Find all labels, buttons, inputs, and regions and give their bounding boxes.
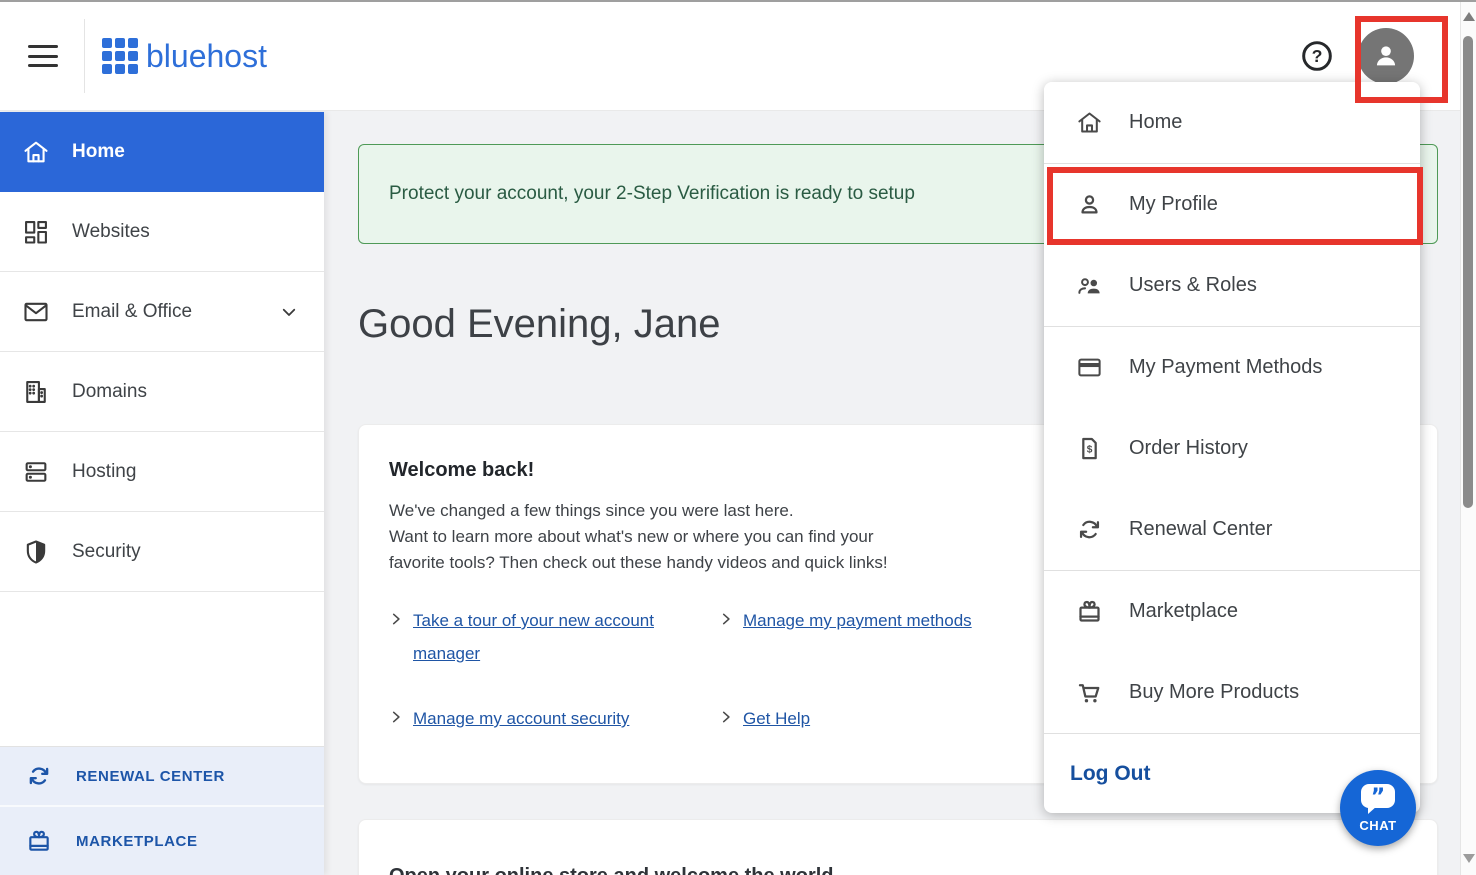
home-icon xyxy=(22,138,50,166)
link-take-a-tour[interactable]: Take a tour of your new account manager xyxy=(389,604,719,670)
menu-item-label: Order History xyxy=(1129,437,1248,460)
chevron-down-icon[interactable] xyxy=(280,303,298,321)
window-top-edge xyxy=(0,0,1476,2)
header-divider xyxy=(84,19,85,93)
online-store-card: Open your online store and welcome the w… xyxy=(358,819,1438,875)
menu-item-label: My Payment Methods xyxy=(1129,356,1322,379)
store-card-title: Open your online store and welcome the w… xyxy=(389,865,1407,875)
sidebar-item-security[interactable]: Security xyxy=(0,512,324,592)
scrollbar-thumb[interactable] xyxy=(1463,36,1473,508)
scrollbar-up-arrow-icon[interactable] xyxy=(1463,12,1475,21)
envelope-icon xyxy=(22,298,50,326)
chat-button[interactable]: ” CHAT xyxy=(1340,770,1416,846)
sidebar-item-label: Home xyxy=(72,141,125,163)
sidebar-footer: RENEWAL CENTER MARKETPLACE xyxy=(0,746,324,875)
help-icon[interactable]: ? xyxy=(1300,39,1334,73)
chevron-right-icon xyxy=(389,609,403,629)
sidebar-item-label: Domains xyxy=(72,381,147,403)
sidebar-item-home[interactable]: Home xyxy=(0,112,324,192)
menu-item-order-history[interactable]: $ Order History xyxy=(1044,408,1420,489)
bluehost-wordmark: bluehost xyxy=(146,38,267,75)
menu-item-users-roles[interactable]: Users & Roles xyxy=(1044,245,1420,326)
menu-item-my-profile[interactable]: My Profile xyxy=(1044,164,1420,245)
menu-item-buy-more-products[interactable]: Buy More Products xyxy=(1044,652,1420,733)
building-icon xyxy=(22,378,50,406)
menu-item-label: Buy More Products xyxy=(1129,681,1299,704)
sidebar-item-label: Websites xyxy=(72,221,150,243)
gift-basket-icon xyxy=(1076,598,1103,625)
menu-item-label: My Profile xyxy=(1129,193,1218,216)
scrollbar-down-arrow-icon[interactable] xyxy=(1463,854,1475,863)
home-icon xyxy=(1076,109,1103,136)
shield-icon xyxy=(22,538,50,566)
cart-icon xyxy=(1076,679,1103,706)
menu-item-renewal-center[interactable]: Renewal Center xyxy=(1044,489,1420,570)
link-label: Take a tour of your new account manager xyxy=(413,604,705,670)
account-avatar-icon[interactable] xyxy=(1358,28,1414,84)
bluehost-logo-mark-icon xyxy=(102,38,138,74)
server-icon xyxy=(22,458,50,486)
person-icon xyxy=(1076,191,1103,218)
menu-item-label: Home xyxy=(1129,111,1182,134)
chevron-right-icon xyxy=(719,609,733,629)
chat-label: CHAT xyxy=(1359,818,1396,833)
sidebar-footer-label: RENEWAL CENTER xyxy=(76,768,225,785)
chevron-right-icon xyxy=(719,707,733,727)
sidebar-item-websites[interactable]: Websites xyxy=(0,192,324,272)
people-icon xyxy=(1076,272,1103,299)
speech-bubble-quotes-icon: ” xyxy=(1359,783,1397,817)
dashboard-grid-icon xyxy=(22,218,50,246)
page-scrollbar[interactable] xyxy=(1460,2,1476,875)
menu-item-home[interactable]: Home xyxy=(1044,82,1420,163)
credit-card-icon xyxy=(1076,354,1103,381)
sidebar-footer-label: MARKETPLACE xyxy=(76,833,198,850)
sidebar-item-marketplace[interactable]: MARKETPLACE xyxy=(0,807,324,875)
svg-text:$: $ xyxy=(1087,445,1093,456)
menu-item-my-payment-methods[interactable]: My Payment Methods xyxy=(1044,327,1420,408)
sidebar-item-domains[interactable]: Domains xyxy=(0,352,324,432)
link-manage-account-security[interactable]: Manage my account security xyxy=(389,702,719,735)
banner-text: Protect your account, your 2-Step Verifi… xyxy=(389,183,915,205)
sidebar-item-label: Security xyxy=(72,541,141,563)
gift-basket-icon xyxy=(26,828,52,854)
menu-item-marketplace[interactable]: Marketplace xyxy=(1044,571,1420,652)
bluehost-logo[interactable]: bluehost xyxy=(102,38,267,75)
hamburger-menu-icon[interactable] xyxy=(28,45,58,67)
logout-label: Log Out xyxy=(1070,762,1150,786)
refresh-icon xyxy=(26,763,52,789)
link-label: Manage my payment methods xyxy=(743,604,972,637)
receipt-dollar-icon: $ xyxy=(1076,435,1103,462)
sidebar-item-hosting[interactable]: Hosting xyxy=(0,432,324,512)
sidebar-item-label: Hosting xyxy=(72,461,136,483)
link-label: Get Help xyxy=(743,702,810,735)
refresh-icon xyxy=(1076,516,1103,543)
menu-item-label: Users & Roles xyxy=(1129,274,1257,297)
sidebar-nav: Home Websites Email & Office Domains Hos… xyxy=(0,112,324,875)
sidebar-item-renewal-center[interactable]: RENEWAL CENTER xyxy=(0,747,324,807)
link-label: Manage my account security xyxy=(413,702,629,735)
menu-item-label: Marketplace xyxy=(1129,600,1238,623)
sidebar-item-label: Email & Office xyxy=(72,301,192,323)
svg-text:?: ? xyxy=(1312,46,1323,66)
sidebar-item-email-office[interactable]: Email & Office xyxy=(0,272,324,352)
chevron-right-icon xyxy=(389,707,403,727)
svg-text:”: ” xyxy=(1371,785,1385,810)
menu-item-label: Renewal Center xyxy=(1129,518,1272,541)
profile-dropdown-menu: Home My Profile Users & Roles My Payment… xyxy=(1044,82,1420,813)
